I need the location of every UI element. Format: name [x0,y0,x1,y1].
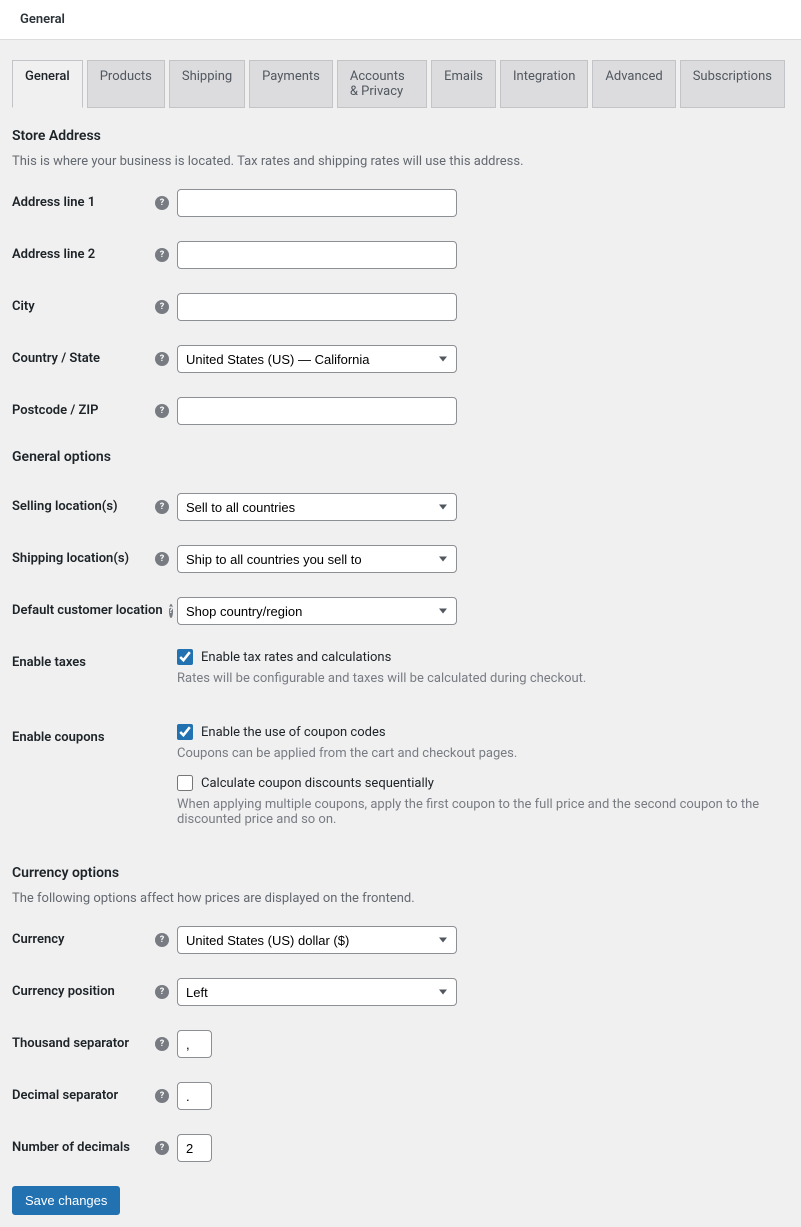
enable-taxes-help: Rates will be configurable and taxes wil… [177,671,789,686]
address1-input[interactable] [177,189,457,217]
label-currency: Currency [12,932,64,947]
tab-accounts-privacy[interactable]: Accounts & Privacy [337,60,427,108]
help-icon[interactable]: ? [155,933,169,947]
help-icon[interactable]: ? [155,248,169,262]
help-icon[interactable]: ? [155,404,169,418]
enable-coupons-checkbox[interactable] [177,724,193,740]
label-country-state: Country / State [12,351,100,366]
help-icon[interactable]: ? [169,604,173,618]
tab-general[interactable]: General [12,60,83,108]
tab-payments[interactable]: Payments [249,60,333,108]
help-icon[interactable]: ? [155,300,169,314]
help-icon[interactable]: ? [155,196,169,210]
main-content: General Products Shipping Payments Accou… [0,40,801,1227]
field-city: City ? [12,293,789,321]
label-currency-position: Currency position [12,984,115,999]
help-icon[interactable]: ? [155,1141,169,1155]
tab-integration[interactable]: Integration [500,60,588,108]
selling-locations-select[interactable]: Sell to all countries [177,493,457,521]
field-address2: Address line 2 ? [12,241,789,269]
currency-options-description: The following options affect how prices … [12,891,789,906]
enable-coupons-help2: When applying multiple coupons, apply th… [177,797,789,827]
address2-input[interactable] [177,241,457,269]
city-input[interactable] [177,293,457,321]
tab-shipping[interactable]: Shipping [169,60,245,108]
shipping-locations-select[interactable]: Ship to all countries you sell to [177,545,457,573]
field-thousand-separator: Thousand separator ? [12,1030,789,1058]
field-postcode: Postcode / ZIP ? [12,397,789,425]
label-selling-locations: Selling location(s) [12,499,118,514]
postcode-input[interactable] [177,397,457,425]
store-address-heading: Store Address [12,128,789,144]
number-of-decimals-input[interactable] [177,1134,212,1162]
label-city: City [12,299,35,314]
label-enable-taxes: Enable taxes [12,655,86,670]
tab-advanced[interactable]: Advanced [592,60,675,108]
field-decimal-separator: Decimal separator ? [12,1082,789,1110]
store-address-description: This is where your business is located. … [12,154,789,169]
country-state-select[interactable]: United States (US) — California [177,345,457,373]
currency-position-select[interactable]: Left [177,978,457,1006]
page-header: General [0,0,801,40]
label-address2: Address line 2 [12,247,95,262]
enable-taxes-checkbox-label: Enable tax rates and calculations [201,650,391,665]
page-title: General [20,12,781,27]
label-number-of-decimals: Number of decimals [12,1140,130,1155]
tab-emails[interactable]: Emails [431,60,496,108]
thousand-separator-input[interactable] [177,1030,212,1058]
field-country-state: Country / State ? United States (US) — C… [12,345,789,373]
general-options-heading: General options [12,449,789,465]
label-shipping-locations: Shipping location(s) [12,551,129,566]
field-currency-position: Currency position ? Left [12,978,789,1006]
help-icon[interactable]: ? [155,500,169,514]
tab-subscriptions[interactable]: Subscriptions [680,60,785,108]
calculate-sequential-checkbox[interactable] [177,775,193,791]
help-icon[interactable]: ? [155,352,169,366]
enable-taxes-checkbox[interactable] [177,649,193,665]
label-postcode: Postcode / ZIP [12,403,98,418]
field-number-of-decimals: Number of decimals ? [12,1134,789,1162]
currency-select[interactable]: United States (US) dollar ($) [177,926,457,954]
help-icon[interactable]: ? [155,1037,169,1051]
enable-coupons-help1: Coupons can be applied from the cart and… [177,746,789,761]
calculate-sequential-label: Calculate coupon discounts sequentially [201,776,434,791]
label-address1: Address line 1 [12,195,95,210]
help-icon[interactable]: ? [155,1089,169,1103]
label-decimal-separator: Decimal separator [12,1088,118,1103]
label-enable-coupons: Enable coupons [12,730,105,745]
default-customer-location-select[interactable]: Shop country/region [177,597,457,625]
field-currency: Currency ? United States (US) dollar ($) [12,926,789,954]
tab-products[interactable]: Products [87,60,165,108]
currency-options-heading: Currency options [12,865,789,881]
help-icon[interactable]: ? [155,985,169,999]
field-selling-locations: Selling location(s) ? Sell to all countr… [12,493,789,521]
field-default-customer-location: Default customer location ? Shop country… [12,597,789,625]
label-default-customer-location: Default customer location [12,603,163,618]
decimal-separator-input[interactable] [177,1082,212,1110]
field-address1: Address line 1 ? [12,189,789,217]
field-enable-coupons: Enable coupons Enable the use of coupon … [12,724,789,841]
save-button[interactable]: Save changes [12,1186,120,1215]
settings-tabs: General Products Shipping Payments Accou… [12,60,789,108]
enable-coupons-checkbox-label: Enable the use of coupon codes [201,725,386,740]
field-shipping-locations: Shipping location(s) ? Ship to all count… [12,545,789,573]
field-enable-taxes: Enable taxes Enable tax rates and calcul… [12,649,789,700]
help-icon[interactable]: ? [155,552,169,566]
label-thousand-separator: Thousand separator [12,1036,129,1051]
